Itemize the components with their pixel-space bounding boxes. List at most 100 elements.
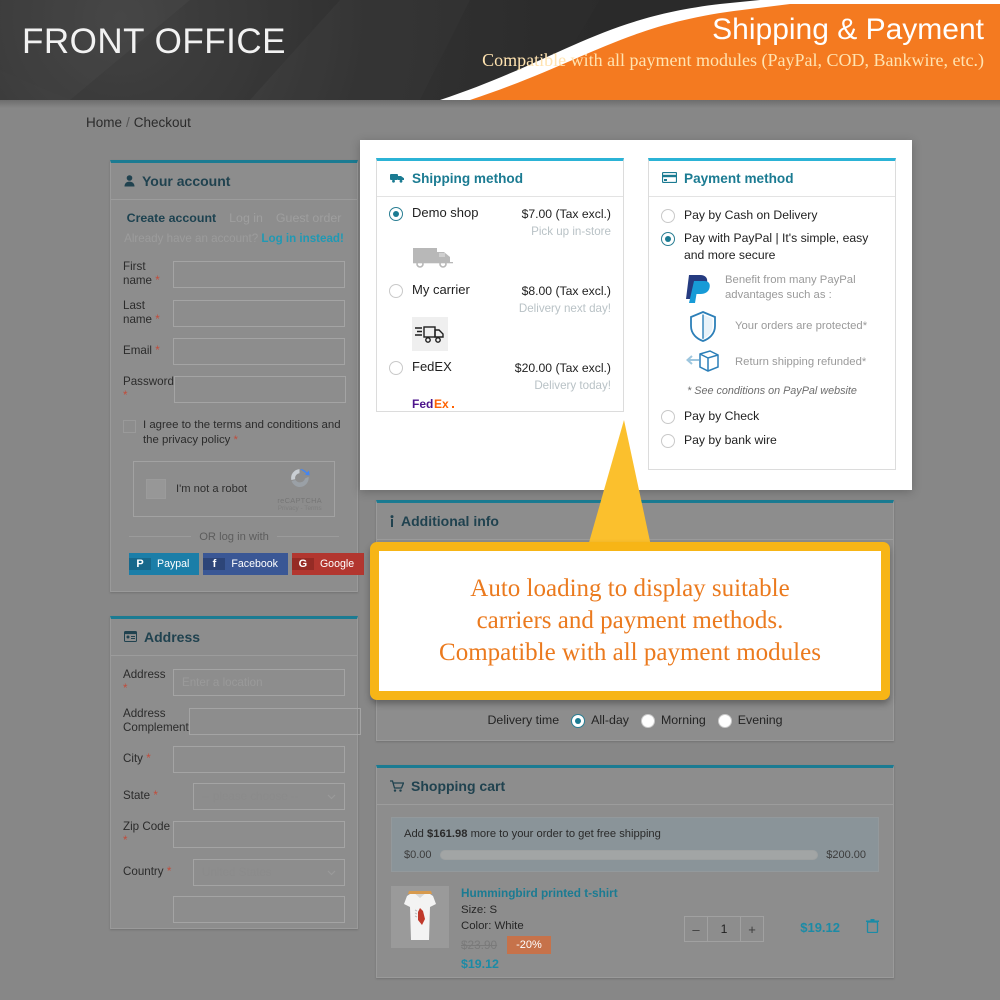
payment-radio-paypal[interactable] (661, 232, 675, 247)
chevron-down-icon (327, 866, 336, 879)
payment-method-header: Payment method (649, 161, 895, 197)
quantity-stepper[interactable]: – 1 + (684, 916, 764, 942)
country-select[interactable]: United States (193, 858, 345, 886)
first-name-input[interactable] (173, 260, 345, 288)
delivery-option-evening[interactable]: Evening (717, 712, 783, 728)
account-login-note: Already have an account? Log in instead! (111, 227, 357, 255)
shopping-cart-card: Shopping cart Add $161.98 more to your o… (376, 765, 894, 978)
password-row: Password * (111, 370, 357, 409)
log-in-instead-link[interactable]: Log in instead! (261, 232, 343, 245)
payment-option-paypal[interactable]: Pay with PayPal | It's simple, easy and … (649, 223, 895, 263)
state-select[interactable]: -- please choose -- (193, 782, 345, 810)
breadcrumb-current: Checkout (133, 115, 191, 130)
shipping-name-fedex: FedEX (412, 359, 452, 374)
zip-code-label: Zip Code * (123, 819, 171, 848)
return-box-icon (683, 348, 723, 376)
shipping-radio-demo-shop[interactable] (389, 207, 403, 221)
cart-item-row: Hummingbird printed t-shirt Size: S Colo… (377, 872, 893, 977)
free-shipping-amount: $161.98 (427, 828, 468, 840)
last-name-row: Last name * (111, 294, 357, 333)
delivery-radio-all-day[interactable] (571, 714, 586, 728)
last-name-input[interactable] (173, 299, 345, 327)
zip-code-input[interactable] (173, 820, 345, 848)
shipping-price-block-demo-shop: $7.00 (Tax excl.) Pick up in-store (522, 205, 611, 238)
google-login-button[interactable]: G Google (291, 552, 365, 575)
tab-guest-order[interactable]: Guest order (276, 211, 341, 225)
shipping-option-my-carrier[interactable]: My carrier $8.00 (Tax excl.) Delivery ne… (377, 274, 623, 351)
free-shipping-suffix: more to your order to get free shipping (470, 828, 661, 840)
banner-left-title: FRONT OFFICE (22, 22, 286, 61)
recaptcha-widget[interactable]: I'm not a robot reCAPTCHA Privacy - Term… (133, 460, 335, 517)
delivery-radio-evening[interactable] (717, 714, 732, 728)
address-complement-row: Address Complement (111, 702, 361, 741)
outline-truck-icon (412, 317, 448, 351)
facebook-login-button[interactable]: f Facebook (203, 552, 288, 575)
additional-info-title: Additional info (401, 513, 499, 529)
payment-option-cash-on-delivery[interactable]: Pay by Cash on Delivery (649, 197, 895, 223)
free-shipping-banner: Add $161.98 more to your order to get fr… (391, 817, 879, 872)
address-complement-label: Address Complement (123, 706, 189, 735)
product-old-price: $23.90 (461, 938, 498, 952)
delivery-label-all-day: All-day (591, 713, 629, 727)
cart-item-info: Hummingbird printed t-shirt Size: S Colo… (461, 886, 672, 971)
shipping-method-header: Shipping method (377, 161, 623, 197)
quantity-increase-button[interactable]: + (741, 917, 763, 941)
address-complement-input[interactable] (188, 707, 361, 735)
payment-label-paypal: Pay with PayPal | It's simple, easy and … (684, 231, 869, 262)
product-thumbnail[interactable] (391, 886, 449, 948)
delivery-radio-morning[interactable] (640, 714, 655, 728)
payment-radio-cash-on-delivery[interactable] (661, 209, 675, 223)
progress-max-label: $200.00 (826, 849, 866, 861)
shipping-radio-my-carrier[interactable] (389, 284, 403, 298)
delivery-label-evening: Evening (737, 713, 783, 727)
shipping-option-top: Demo shop $7.00 (Tax excl.) Pick up in-s… (389, 205, 611, 238)
address-input[interactable] (173, 668, 345, 696)
shipping-price-fedex: $20.00 (Tax excl.) (514, 361, 611, 375)
shipping-price-demo-shop: $7.00 (Tax excl.) (521, 207, 611, 221)
banner-right-block: Shipping & Payment Compatible with all p… (344, 14, 984, 71)
callout-line-3: Compatible with all payment modules (439, 639, 821, 666)
terms-agreement-row[interactable]: I agree to the terms and conditions and … (111, 409, 357, 453)
password-input[interactable] (173, 375, 346, 403)
delivery-option-all-day[interactable]: All-day (571, 712, 629, 728)
delivery-option-morning[interactable]: Morning (640, 712, 706, 728)
first-name-label: First name * (123, 260, 160, 288)
shipping-delay-fedex: Delivery today! (534, 379, 611, 392)
recaptcha-checkbox[interactable] (146, 478, 166, 499)
progress-min-label: $0.00 (404, 849, 432, 861)
recaptcha-brand-name: reCAPTCHA (277, 496, 322, 506)
trash-icon[interactable] (866, 919, 879, 938)
cart-icon (390, 780, 404, 792)
email-label: Email * (123, 344, 160, 358)
credit-card-icon (661, 171, 678, 186)
tab-log-in[interactable]: Log in (229, 211, 263, 225)
divider-left (129, 536, 192, 538)
breadcrumb-home[interactable]: Home (86, 115, 122, 130)
product-size: Size: S (461, 904, 498, 916)
shipping-option-demo-shop[interactable]: Demo shop $7.00 (Tax excl.) Pick up in-s… (377, 197, 623, 274)
shield-icon (683, 310, 723, 343)
product-discount-badge: -20% (507, 936, 551, 954)
email-input[interactable] (173, 337, 345, 365)
shipping-radio-fedex[interactable] (389, 361, 403, 375)
callout-text: Auto loading to display suitable carrier… (427, 573, 833, 669)
product-name[interactable]: Hummingbird printed t-shirt (461, 886, 672, 900)
quantity-decrease-button[interactable]: – (685, 917, 707, 941)
grey-truck-icon (412, 240, 611, 274)
terms-checkbox[interactable] (123, 419, 136, 433)
extra-field-input[interactable] (173, 895, 345, 923)
tab-create-account[interactable]: Create account (127, 211, 217, 225)
shipping-method-card: Shipping method Demo shop $7.00 (Tax exc… (376, 158, 624, 412)
truck-icon (390, 171, 405, 186)
shipping-name-my-carrier: My carrier (412, 282, 470, 297)
quantity-value[interactable]: 1 (707, 917, 741, 941)
city-input[interactable] (173, 745, 345, 773)
terms-label: I agree to the terms and conditions and … (143, 418, 341, 447)
shipping-delay-my-carrier: Delivery next day! (518, 302, 611, 315)
shipping-option-fedex[interactable]: FedEX $20.00 (Tax excl.) Delivery today!… (377, 351, 623, 414)
info-icon (390, 515, 394, 527)
paypal-login-button[interactable]: P Paypal (129, 552, 200, 575)
progress-track (439, 850, 819, 860)
paypal-login-label: Paypal (157, 557, 190, 570)
banner-right-title: Shipping & Payment (712, 13, 984, 46)
